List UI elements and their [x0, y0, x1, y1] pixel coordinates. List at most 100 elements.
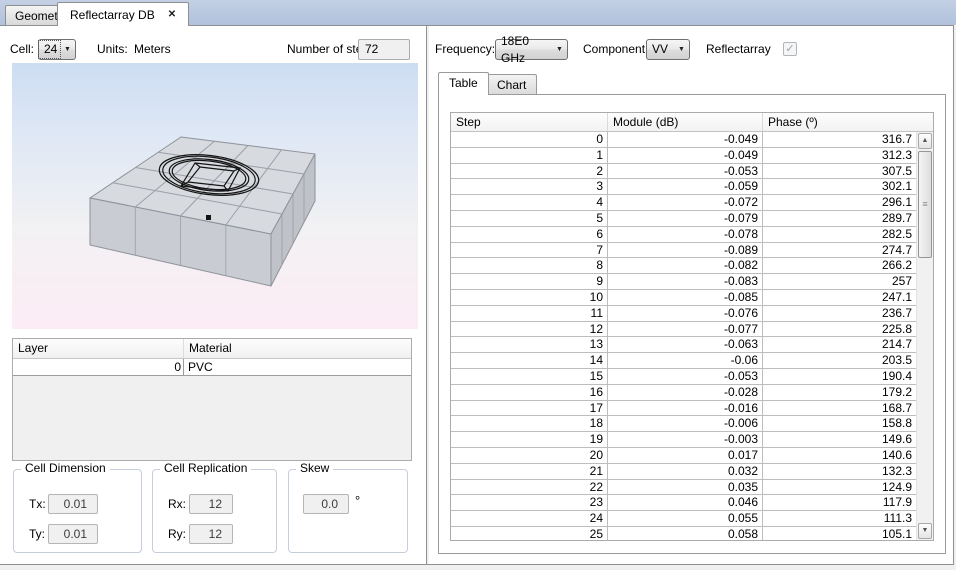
- table-row[interactable]: 1-0.049312.3: [451, 148, 916, 164]
- layer-table: Layer Material 0 PVC: [12, 338, 412, 461]
- phase-cell: 105.1: [763, 527, 916, 540]
- table-row[interactable]: 2-0.053307.5: [451, 164, 916, 180]
- table-row[interactable]: 18-0.006158.8: [451, 416, 916, 432]
- phase-cell: 190.4: [763, 369, 916, 384]
- table-row[interactable]: 16-0.028179.2: [451, 385, 916, 401]
- chevron-down-icon: ▼: [674, 46, 689, 53]
- reflectarray-checkbox[interactable]: ✓: [783, 42, 797, 56]
- table-row[interactable]: 15-0.053190.4: [451, 369, 916, 385]
- module-cell: -0.053: [608, 369, 763, 384]
- phase-cell: 282.5: [763, 227, 916, 242]
- tab-table[interactable]: Table: [438, 72, 489, 95]
- table-row[interactable]: 250.058105.1: [451, 527, 916, 540]
- layer-column-header[interactable]: Layer: [13, 339, 184, 358]
- vertical-scrollbar[interactable]: ▲ ≡ ▼: [916, 132, 933, 540]
- frequency-combobox[interactable]: 18E0 GHz ▼: [495, 39, 568, 60]
- skew-title: Skew: [296, 461, 333, 475]
- phase-cell: 124.9: [763, 480, 916, 495]
- checkmark-icon: ✓: [785, 43, 794, 55]
- units-value: Meters: [134, 39, 171, 59]
- step-cell: 13: [451, 337, 608, 352]
- module-cell: -0.016: [608, 401, 763, 416]
- table-row[interactable]: 0-0.049316.7: [451, 132, 916, 148]
- module-cell: -0.049: [608, 132, 763, 147]
- scrollbar-thumb[interactable]: ≡: [918, 151, 932, 258]
- cell-combobox[interactable]: 24 ▼: [38, 39, 76, 60]
- layer-cell: 0: [13, 359, 184, 375]
- frequency-label: Frequency:: [435, 39, 495, 59]
- cell-replication-groupbox: Cell Replication Rx: 12 Ry: 12: [152, 469, 277, 553]
- module-cell: 0.017: [608, 448, 763, 463]
- table-row[interactable]: 230.046117.9: [451, 495, 916, 511]
- close-tab-icon[interactable]: ✕: [168, 9, 176, 20]
- module-cell: -0.003: [608, 432, 763, 447]
- phase-cell: 266.2: [763, 258, 916, 273]
- table-row[interactable]: 210.032132.3: [451, 464, 916, 480]
- ry-field[interactable]: 12: [189, 524, 233, 544]
- phase-column-header[interactable]: Phase (º): [763, 113, 933, 131]
- module-cell: -0.063: [608, 337, 763, 352]
- window-border: [953, 26, 954, 565]
- layer-table-row[interactable]: 0 PVC: [13, 359, 411, 376]
- table-row[interactable]: 220.035124.9: [451, 480, 916, 496]
- phase-cell: 140.6: [763, 448, 916, 463]
- table-row[interactable]: 6-0.078282.5: [451, 227, 916, 243]
- table-row[interactable]: 8-0.082266.2: [451, 258, 916, 274]
- step-column-header[interactable]: Step: [451, 113, 608, 131]
- module-cell: -0.06: [608, 353, 763, 368]
- material-cell: PVC: [184, 359, 411, 375]
- table-row[interactable]: 3-0.059302.1: [451, 179, 916, 195]
- table-row[interactable]: 7-0.089274.7: [451, 243, 916, 259]
- module-column-header[interactable]: Module (dB): [608, 113, 763, 131]
- scroll-down-button[interactable]: ▼: [918, 523, 932, 539]
- phase-cell: 274.7: [763, 243, 916, 258]
- material-column-header[interactable]: Material: [184, 339, 411, 358]
- step-cell: 14: [451, 353, 608, 368]
- table-row[interactable]: 14-0.06203.5: [451, 353, 916, 369]
- table-row[interactable]: 12-0.077225.8: [451, 322, 916, 338]
- step-cell: 9: [451, 274, 608, 289]
- cell-label: Cell:: [10, 39, 34, 59]
- document-tabbar: Geometry Reflectarray DB ✕: [0, 0, 956, 25]
- reflectarray-label: Reflectarray: [706, 39, 771, 59]
- module-cell: -0.082: [608, 258, 763, 273]
- ty-field[interactable]: 0.01: [48, 524, 98, 544]
- number-of-steps-field[interactable]: 72: [358, 39, 410, 60]
- step-cell: 2: [451, 164, 608, 179]
- table-row[interactable]: 4-0.072296.1: [451, 195, 916, 211]
- step-cell: 8: [451, 258, 608, 273]
- module-cell: -0.006: [608, 416, 763, 431]
- table-row[interactable]: 19-0.003149.6: [451, 432, 916, 448]
- skew-field[interactable]: 0.0: [303, 494, 349, 514]
- component-combobox[interactable]: VV ▼: [646, 39, 690, 60]
- rx-label: Rx:: [168, 494, 186, 514]
- table-row[interactable]: 9-0.083257: [451, 274, 916, 290]
- phase-cell: 316.7: [763, 132, 916, 147]
- table-row[interactable]: 17-0.016168.7: [451, 401, 916, 417]
- table-row[interactable]: 200.017140.6: [451, 448, 916, 464]
- phase-cell: 236.7: [763, 306, 916, 321]
- table-row[interactable]: 10-0.085247.1: [451, 290, 916, 306]
- rx-field[interactable]: 12: [189, 494, 233, 514]
- table-row[interactable]: 240.055111.3: [451, 511, 916, 527]
- tx-label: Tx:: [29, 494, 46, 514]
- reflectarray-cell-3d-render: [12, 63, 418, 329]
- step-cell: 17: [451, 401, 608, 416]
- scroll-up-button[interactable]: ▲: [918, 133, 932, 149]
- phase-cell: 247.1: [763, 290, 916, 305]
- table-row[interactable]: 11-0.076236.7: [451, 306, 916, 322]
- tab-chart[interactable]: Chart: [486, 74, 537, 95]
- steps-table-rows: 0-0.049316.71-0.049312.32-0.053307.53-0.…: [451, 132, 916, 540]
- phase-cell: 307.5: [763, 164, 916, 179]
- phase-cell: 257: [763, 274, 916, 289]
- chevron-down-icon: ▼: [60, 46, 75, 53]
- tx-field[interactable]: 0.01: [48, 494, 98, 514]
- module-cell: -0.083: [608, 274, 763, 289]
- phase-cell: 158.8: [763, 416, 916, 431]
- cell-3d-viewport[interactable]: [12, 63, 418, 329]
- window-border: [0, 564, 954, 565]
- phase-cell: 203.5: [763, 353, 916, 368]
- tab-reflectarray-db[interactable]: Reflectarray DB ✕: [57, 2, 189, 26]
- table-row[interactable]: 5-0.079289.7: [451, 211, 916, 227]
- table-row[interactable]: 13-0.063214.7: [451, 337, 916, 353]
